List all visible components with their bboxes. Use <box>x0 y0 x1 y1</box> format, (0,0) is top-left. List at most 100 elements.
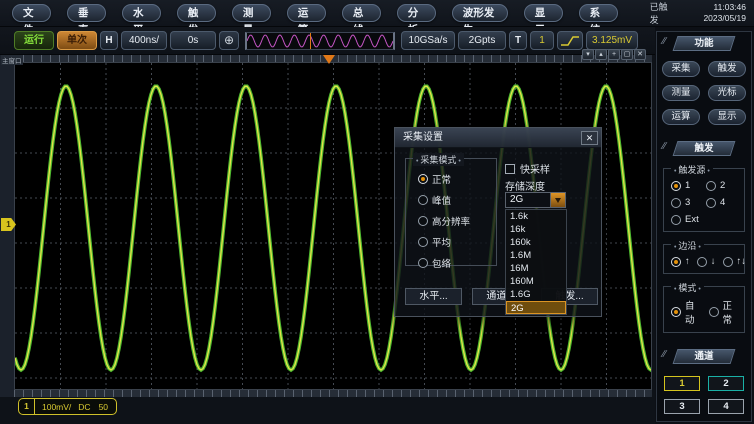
radio-source-2[interactable]: 2 <box>706 180 739 191</box>
preview-trigger-marker[interactable] <box>310 33 311 49</box>
func-btn-math[interactable]: 运算 <box>662 109 700 125</box>
menu-item-vertical[interactable]: 垂直 <box>67 4 106 22</box>
run-button[interactable]: 运行 <box>14 31 54 50</box>
func-btn-display[interactable]: 显示 <box>708 109 746 125</box>
collapse-icon[interactable]: ▾ <box>582 49 594 60</box>
radio-mode-auto[interactable]: 自动 <box>671 298 702 326</box>
waveform-preview[interactable] <box>245 32 395 50</box>
horizontal-settings-button[interactable]: 水平... <box>405 288 462 305</box>
channel-buttons: 1 2 3 4 <box>664 376 744 414</box>
trigger-status: 已触发 <box>650 0 672 26</box>
trigger-source-group: 触发源 1 2 3 4 Ext <box>663 168 745 232</box>
depth-option-selected[interactable]: 2G <box>506 301 566 314</box>
menu-item-analyze[interactable]: 分析 <box>397 4 436 22</box>
radio-dot <box>706 198 716 208</box>
channel-4-button[interactable]: 4 <box>708 399 744 414</box>
radio-mode-normal[interactable]: 正常 <box>709 298 740 326</box>
menu-item-bus[interactable]: 总线 <box>342 4 381 22</box>
radio-dot <box>418 195 428 205</box>
depth-option[interactable]: 1.6G <box>506 288 566 301</box>
trigger-position-marker[interactable] <box>323 55 335 64</box>
channel-section-header[interactable]: 通道 <box>673 349 736 364</box>
radio-edge-either[interactable]: ↑↓ <box>723 256 747 267</box>
channel-3-button[interactable]: 3 <box>664 399 700 414</box>
menu-item-trigger[interactable]: 触发 <box>177 4 216 22</box>
single-button[interactable]: 单次 <box>57 31 97 50</box>
radio-acq-normal[interactable]: 正常 <box>418 172 496 186</box>
radio-source-1[interactable]: 1 <box>671 180 704 191</box>
zoom-in-icon[interactable]: + <box>608 49 620 60</box>
radio-label: 平均 <box>432 235 451 249</box>
memory-depth-combobox[interactable]: 2G <box>505 192 566 208</box>
radio-label: 正常 <box>432 172 451 186</box>
radio-acq-average[interactable]: 平均 <box>418 235 496 249</box>
depth-option[interactable]: 16k <box>506 223 566 236</box>
radio-dot <box>418 174 428 184</box>
radio-label: Ext <box>685 214 699 225</box>
channel1-badge[interactable]: 1 100mV/ DC 50 <box>18 398 117 415</box>
sample-rate-button[interactable]: 10GSa/s <box>401 31 455 50</box>
depth-option[interactable]: 160M <box>506 275 566 288</box>
bottom-ruler <box>14 390 652 397</box>
close-window-icon[interactable]: ✕ <box>634 49 646 60</box>
radio-acq-peak[interactable]: 峰值 <box>418 193 496 207</box>
function-header-label: 功能 <box>676 37 732 50</box>
radio-source-3[interactable]: 3 <box>671 197 704 208</box>
menu-item-file[interactable]: 文件 <box>12 4 51 22</box>
menu-item-system[interactable]: 系统 <box>579 4 618 22</box>
zoom-icon[interactable]: ⊕ <box>219 31 239 50</box>
menu-item-measure[interactable]: 测量 <box>232 4 271 22</box>
memory-depth-button[interactable]: 2Gpts <box>458 31 506 50</box>
radio-label: 4 <box>720 197 725 208</box>
radio-dot <box>697 257 707 267</box>
radio-edge-falling[interactable]: ↓ <box>697 256 716 267</box>
func-btn-trigger[interactable]: 触发 <box>708 61 746 77</box>
function-section-header[interactable]: 功能 <box>673 36 736 51</box>
close-icon[interactable]: ✕ <box>581 131 598 145</box>
trigger-t-button[interactable]: T <box>509 31 527 50</box>
trigger-slope-icon[interactable] <box>557 31 583 50</box>
delay-button[interactable]: 0s <box>170 31 216 50</box>
window-icon[interactable]: ▢ <box>621 49 633 60</box>
trigger-mode-group: 模式 自动 正常 <box>663 286 745 333</box>
combobox-value: 2G <box>506 193 550 207</box>
channel-impedance: 50 <box>99 402 116 412</box>
radio-acq-envelope[interactable]: 包络 <box>418 256 496 270</box>
dialog-title: 采集设置 <box>395 128 601 148</box>
rising-edge-icon <box>560 34 580 48</box>
trigger-section-header[interactable]: 触发 <box>673 141 736 156</box>
func-btn-acquire[interactable]: 采集 <box>662 61 700 77</box>
depth-option[interactable]: 1.6k <box>506 210 566 223</box>
trigger-level-button[interactable]: 3.125mV <box>586 31 638 50</box>
radio-dot <box>709 307 719 317</box>
channel-2-button[interactable]: 2 <box>708 376 744 391</box>
radio-label: ↑↓ <box>737 256 747 267</box>
channel-1-button[interactable]: 1 <box>664 376 700 391</box>
radio-acq-hires[interactable]: 高分辨率 <box>418 214 496 228</box>
radio-dot <box>671 198 681 208</box>
depth-option[interactable]: 16M <box>506 262 566 275</box>
menu-item-display[interactable]: 显示 <box>524 4 563 22</box>
edge-group: 边沿 ↑ ↓ ↑↓ <box>663 244 745 274</box>
expand-icon[interactable]: ▴ <box>595 49 607 60</box>
trigger-source-button[interactable]: 1 <box>530 31 554 50</box>
chevron-down-icon[interactable] <box>550 193 565 207</box>
radio-source-4[interactable]: 4 <box>706 197 739 208</box>
radio-source-ext[interactable]: Ext <box>671 214 704 225</box>
timebase-button[interactable]: 400ns/ <box>121 31 167 50</box>
menu-item-math[interactable]: 运算 <box>287 4 326 22</box>
horizontal-h-button[interactable]: H <box>100 31 118 50</box>
depth-option[interactable]: 160k <box>506 236 566 249</box>
function-buttons: 采集 触发 测量 光标 运算 显示 <box>662 61 746 125</box>
window-controls: ▾ ▴ + ▢ ✕ <box>582 49 646 60</box>
depth-option[interactable]: 1.6M <box>506 249 566 262</box>
func-btn-cursor[interactable]: 光标 <box>708 85 746 101</box>
fast-sample-checkbox[interactable]: 快采样 <box>505 161 550 176</box>
radio-edge-rising[interactable]: ↑ <box>671 256 690 267</box>
func-btn-measure[interactable]: 测量 <box>662 85 700 101</box>
radio-label: 峰值 <box>432 193 451 207</box>
radio-dot <box>671 215 681 225</box>
menu-item-horizontal[interactable]: 水平 <box>122 4 161 22</box>
menu-item-wavegen[interactable]: 波形发生 <box>452 4 508 22</box>
radio-dot <box>706 181 716 191</box>
